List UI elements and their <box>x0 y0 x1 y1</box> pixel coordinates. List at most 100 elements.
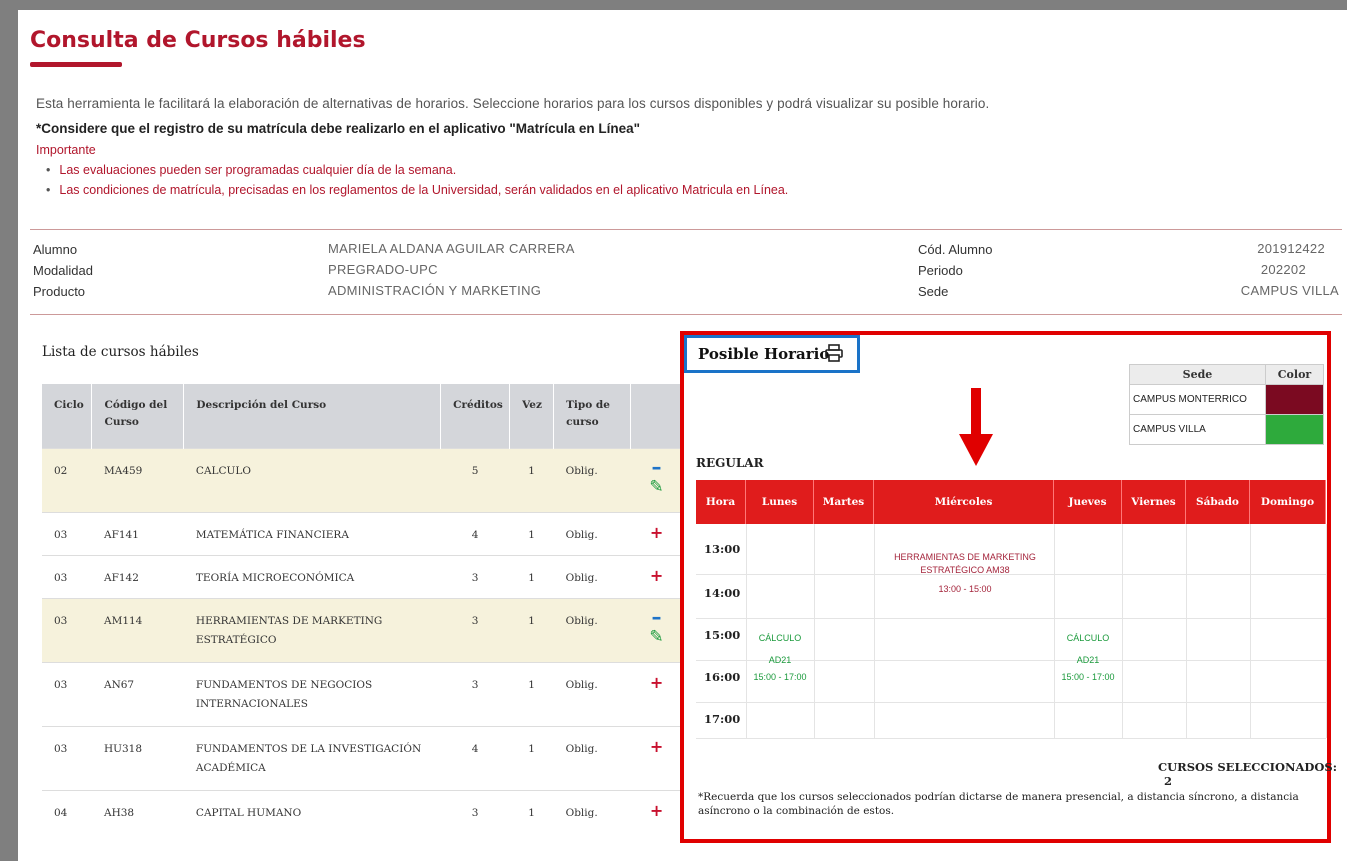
grid-line <box>874 524 875 738</box>
producto-label: Producto <box>33 284 86 299</box>
sede-color-legend: Sede Color CAMPUS MONTERRICO CAMPUS VILL… <box>1129 364 1324 445</box>
col-header-vez: Vez <box>509 384 555 448</box>
day-header-domingo: Domingo <box>1250 480 1326 524</box>
cell-actions: + <box>630 789 683 834</box>
cell-vez: 1 <box>509 789 554 834</box>
col-header-actions <box>630 384 683 448</box>
table-row: 03 AM114 HERRAMIENTAS DE MARKETING ESTRA… <box>42 597 683 662</box>
event-time: 15:00 - 17:00 <box>753 672 807 682</box>
horario-title: Posible Horario <box>698 345 830 363</box>
divider <box>30 314 1342 315</box>
cell-codigo: AF141 <box>91 511 184 555</box>
remove-icon[interactable]: – <box>631 607 683 627</box>
legend-sede-header: Sede <box>1129 364 1266 385</box>
table-row: 03 AF142 TEORÍA MICROECONÓMICA 3 1 Oblig… <box>42 554 683 598</box>
cell-vez: 1 <box>509 725 554 790</box>
cell-actions: – ✎ <box>630 597 683 662</box>
courses-table: Ciclo Código del Curso Descripción del C… <box>42 384 683 834</box>
table-row: 03 HU318 FUNDAMENTOS DE LA INVESTIGACIÓN… <box>42 725 683 790</box>
cell-creditos: 3 <box>440 554 510 598</box>
schedule-event-herramientas[interactable]: HERRAMIENTAS DE MARKETING ESTRATÉGICO AM… <box>894 551 1036 596</box>
printer-icon[interactable] <box>823 342 845 364</box>
table-header-row: Ciclo Código del Curso Descripción del C… <box>42 384 683 448</box>
intro-text: Esta herramienta le facilitará la elabor… <box>36 96 990 111</box>
cell-tipo: Oblig. <box>553 789 631 834</box>
event-time: 15:00 - 17:00 <box>1061 672 1115 682</box>
add-icon[interactable]: + <box>650 674 663 690</box>
hour-label: 14:00 <box>704 586 741 600</box>
modalidad-footnote: *Recuerda que los cursos seleccionados p… <box>698 791 1299 817</box>
grid-line <box>696 618 1326 619</box>
cell-tipo: Oblig. <box>553 597 631 662</box>
matricula-note: *Considere que el registro de su matrícu… <box>36 121 640 136</box>
cell-codigo: AH38 <box>91 789 184 834</box>
cell-creditos: 5 <box>440 447 510 512</box>
legend-color-swatch <box>1265 414 1324 445</box>
table-row: 02 MA459 CALCULO 5 1 Oblig. – ✎ <box>42 447 683 512</box>
add-icon[interactable]: + <box>650 567 663 583</box>
grid-line <box>1122 524 1123 738</box>
regular-label: REGULAR <box>696 456 764 470</box>
edit-icon[interactable]: ✎ <box>631 477 683 497</box>
day-header-hora: Hora <box>696 480 746 524</box>
courses-title: Lista de cursos hábiles <box>42 344 199 360</box>
cell-descripcion: CAPITAL HUMANO <box>183 789 441 834</box>
schedule-event-calculo-jueves[interactable]: CÁLCULO AD21 15:00 - 17:00 <box>1055 632 1121 684</box>
cell-vez: 1 <box>509 447 554 512</box>
event-time: 13:00 - 15:00 <box>938 584 992 594</box>
sede-value: CAMPUS VILLA <box>1240 283 1339 298</box>
grid-line <box>1250 524 1251 738</box>
cell-vez: 1 <box>509 597 554 662</box>
title-underline <box>30 62 122 67</box>
periodo-value: 202202 <box>1260 262 1306 277</box>
edit-icon[interactable]: ✎ <box>631 627 683 647</box>
cell-ciclo: 03 <box>42 511 92 555</box>
add-icon[interactable]: + <box>650 738 663 754</box>
cell-descripcion: MATEMÁTICA FINANCIERA <box>183 511 441 555</box>
cell-actions: + <box>630 725 683 790</box>
legend-sede-name: CAMPUS VILLA <box>1129 414 1266 445</box>
cell-tipo: Oblig. <box>553 511 631 555</box>
remove-icon[interactable]: – <box>631 457 683 477</box>
day-header-martes: Martes <box>814 480 874 524</box>
grid-line <box>1326 524 1327 738</box>
producto-value: ADMINISTRACIÓN Y MARKETING <box>328 283 542 298</box>
table-row: 04 AH38 CAPITAL HUMANO 3 1 Oblig. + <box>42 789 683 834</box>
cell-descripcion: CALCULO <box>183 447 441 512</box>
cell-actions: + <box>630 511 683 555</box>
cell-actions: + <box>630 554 683 598</box>
cell-ciclo: 04 <box>42 789 92 834</box>
cell-codigo: MA459 <box>91 447 184 512</box>
cell-actions: – ✎ <box>630 447 683 512</box>
hour-label: 13:00 <box>704 542 741 556</box>
add-icon[interactable]: + <box>650 802 663 818</box>
day-header-viernes: Viernes <box>1122 480 1186 524</box>
consulta-page: Consulta de Cursos hábiles Esta herramie… <box>18 10 1347 861</box>
important-item: Las evaluaciones pueden ser programadas … <box>46 160 788 180</box>
col-header-codigo: Código del Curso <box>91 384 185 448</box>
cell-ciclo: 03 <box>42 661 92 726</box>
alumno-value: MARIELA ALDANA AGUILAR CARRERA <box>328 241 575 256</box>
cell-descripcion: FUNDAMENTOS DE NEGOCIOS INTERNACIONALES <box>183 661 441 726</box>
event-name: HERRAMIENTAS DE MARKETING ESTRATÉGICO AM… <box>894 552 1036 575</box>
col-header-creditos: Créditos <box>440 384 511 448</box>
event-name: CÁLCULO <box>758 633 802 643</box>
legend-color-header: Color <box>1265 364 1324 385</box>
schedule-event-calculo-lunes[interactable]: CÁLCULO AD21 15:00 - 17:00 <box>748 632 812 684</box>
cell-codigo: AF142 <box>91 554 184 598</box>
grid-line <box>696 702 1326 703</box>
cell-vez: 1 <box>509 554 554 598</box>
add-icon[interactable]: + <box>650 524 663 540</box>
selected-value: 2 <box>1164 774 1173 788</box>
cell-ciclo: 03 <box>42 597 92 662</box>
grid-line <box>696 738 1326 739</box>
cell-tipo: Oblig. <box>553 447 631 512</box>
cell-tipo: Oblig. <box>553 554 631 598</box>
divider <box>30 229 1342 230</box>
cell-codigo: HU318 <box>91 725 184 790</box>
grid-line <box>814 524 815 738</box>
modalidad-label: Modalidad <box>33 263 93 278</box>
cell-tipo: Oblig. <box>553 725 631 790</box>
cell-creditos: 4 <box>440 725 510 790</box>
cell-descripcion: FUNDAMENTOS DE LA INVESTIGACIÓN ACADÉMIC… <box>183 725 441 790</box>
